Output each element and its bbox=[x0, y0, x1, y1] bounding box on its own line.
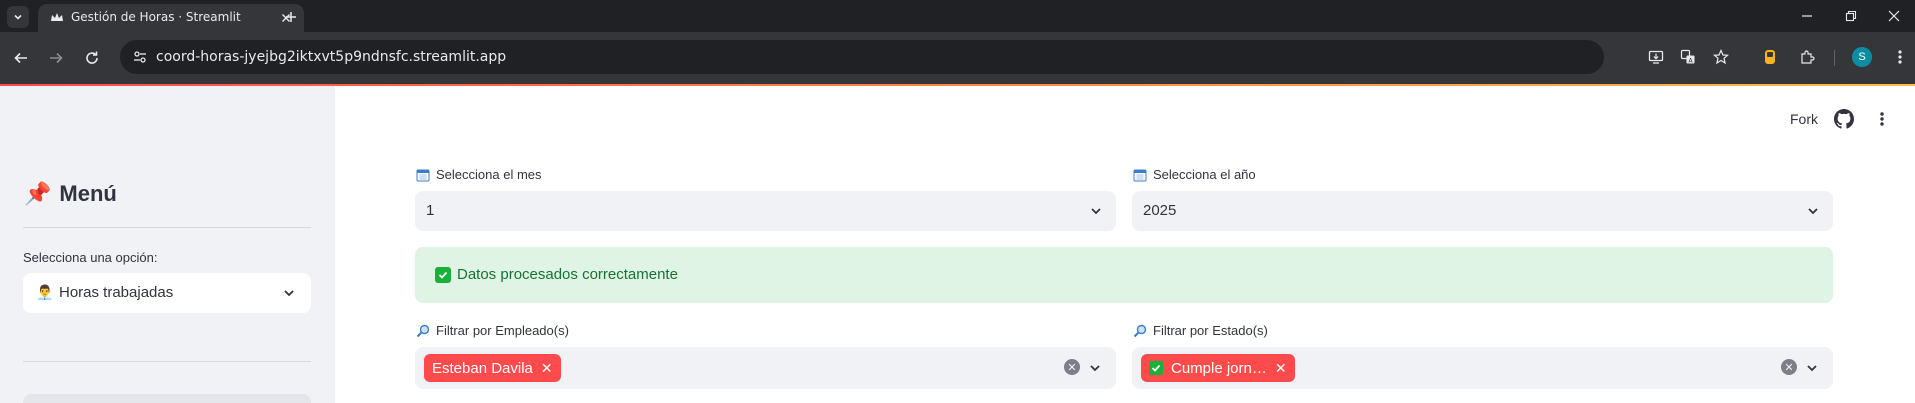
extension-icon[interactable] bbox=[1760, 47, 1780, 67]
tab-search-button[interactable] bbox=[7, 6, 29, 28]
extensions-puzzle-icon[interactable] bbox=[1797, 47, 1817, 67]
restore-icon bbox=[1845, 10, 1857, 22]
sidebar-title: 📌 Menú bbox=[24, 181, 117, 207]
year-select[interactable]: 2025 bbox=[1132, 191, 1833, 231]
employee-multiselect[interactable]: Esteban Davila ✕ ✕ bbox=[415, 347, 1116, 389]
browser-tab[interactable]: Gestión de Horas · Streamlit bbox=[38, 4, 304, 32]
status-chip-label: Cumple jorn… bbox=[1171, 359, 1267, 377]
clear-all-icon[interactable]: ✕ bbox=[1781, 359, 1797, 375]
month-label-text: Selecciona el mes bbox=[436, 167, 542, 182]
chevron-down-icon bbox=[1804, 360, 1820, 376]
minimize-icon bbox=[1802, 15, 1812, 17]
reload-button[interactable] bbox=[79, 45, 105, 71]
magnifier-icon bbox=[1133, 324, 1147, 338]
install-app-icon[interactable] bbox=[1647, 48, 1665, 66]
chevron-down-icon bbox=[281, 285, 297, 301]
reload-icon bbox=[86, 51, 98, 64]
employee-chip[interactable]: Esteban Davila ✕ bbox=[424, 354, 561, 382]
sidebar-title-text: Menú bbox=[59, 181, 117, 206]
employee-chip-label: Esteban Davila bbox=[432, 359, 533, 377]
translate-icon[interactable]: A bbox=[1679, 48, 1697, 66]
year-select-label: Selecciona el año bbox=[1133, 167, 1256, 182]
month-select-label: Selecciona el mes bbox=[416, 167, 542, 182]
plus-icon bbox=[286, 12, 296, 22]
github-icon[interactable] bbox=[1834, 109, 1854, 129]
check-mark-icon bbox=[1149, 361, 1163, 375]
calendar-icon bbox=[416, 168, 430, 182]
pushpin-icon: 📌 bbox=[24, 181, 52, 206]
close-icon bbox=[1888, 10, 1900, 22]
site-settings-icon[interactable] bbox=[132, 49, 148, 65]
browser-tab-bar: Gestión de Horas · Streamlit bbox=[0, 0, 1915, 32]
chevron-down-icon bbox=[14, 14, 22, 20]
calendar-icon bbox=[1133, 168, 1147, 182]
sidebar-divider bbox=[23, 361, 311, 362]
employee-label-text: Filtrar por Empleado(s) bbox=[436, 323, 569, 338]
month-select[interactable]: 1 bbox=[415, 191, 1116, 231]
chevron-down-icon bbox=[1805, 203, 1821, 219]
main-menu-icon[interactable] bbox=[1872, 109, 1892, 129]
bookmark-star-icon[interactable] bbox=[1712, 48, 1730, 66]
tab-title: Gestión de Horas · Streamlit bbox=[71, 10, 241, 24]
status-chip[interactable]: Cumple jorn… ✕ bbox=[1141, 354, 1295, 382]
new-tab-button[interactable] bbox=[281, 7, 301, 27]
url-text[interactable]: coord-horas-jyejbg2iktxvt5p9ndnsfc.strea… bbox=[156, 49, 506, 65]
minimize-button[interactable] bbox=[1797, 7, 1817, 25]
close-window-button[interactable] bbox=[1884, 7, 1904, 25]
month-select-value: 1 bbox=[426, 202, 435, 219]
check-mark-icon bbox=[435, 267, 451, 283]
success-alert: Datos procesados correctamente bbox=[415, 247, 1833, 303]
sidebar-divider bbox=[23, 227, 311, 228]
browser-menu-icon[interactable] bbox=[1890, 47, 1910, 67]
forward-button[interactable] bbox=[43, 45, 69, 71]
year-select-value: 2025 bbox=[1143, 202, 1177, 219]
sidebar bbox=[0, 86, 335, 403]
close-icon[interactable]: ✕ bbox=[541, 360, 553, 377]
status-multiselect[interactable]: Cumple jorn… ✕ ✕ bbox=[1132, 347, 1833, 389]
address-bar[interactable]: coord-horas-jyejbg2iktxvt5p9ndnsfc.strea… bbox=[120, 40, 1729, 74]
sidebar-select-value: Horas trabajadas bbox=[59, 284, 174, 301]
chevron-down-icon bbox=[1088, 203, 1104, 219]
sidebar-option-select[interactable]: 👨‍💼 Horas trabajadas bbox=[23, 273, 311, 313]
arrow-right-icon bbox=[50, 52, 63, 64]
profile-avatar[interactable]: S bbox=[1852, 47, 1872, 67]
arrow-left-icon bbox=[14, 52, 27, 64]
sidebar-select-label: Selecciona una opción: bbox=[23, 250, 158, 265]
clear-all-icon[interactable]: ✕ bbox=[1064, 359, 1080, 375]
employee-filter-label: Filtrar por Empleado(s) bbox=[416, 323, 569, 338]
close-icon[interactable]: ✕ bbox=[1275, 360, 1287, 377]
office-worker-icon: 👨‍💼 bbox=[36, 284, 54, 300]
streamlit-crown-icon bbox=[51, 13, 63, 21]
status-filter-label: Filtrar por Estado(s) bbox=[1133, 323, 1268, 338]
fork-button[interactable]: Fork bbox=[1790, 111, 1818, 127]
magnifier-icon bbox=[416, 324, 430, 338]
year-label-text: Selecciona el año bbox=[1153, 167, 1256, 182]
chevron-down-icon bbox=[1087, 360, 1103, 376]
success-message: Datos procesados correctamente bbox=[457, 266, 678, 283]
back-button[interactable] bbox=[8, 45, 34, 71]
restore-button[interactable] bbox=[1841, 7, 1861, 25]
browser-toolbar: coord-horas-jyejbg2iktxvt5p9ndnsfc.strea… bbox=[0, 32, 1915, 84]
sidebar-card bbox=[23, 394, 311, 403]
toolbar-separator bbox=[1834, 50, 1835, 66]
status-label-text: Filtrar por Estado(s) bbox=[1153, 323, 1268, 338]
